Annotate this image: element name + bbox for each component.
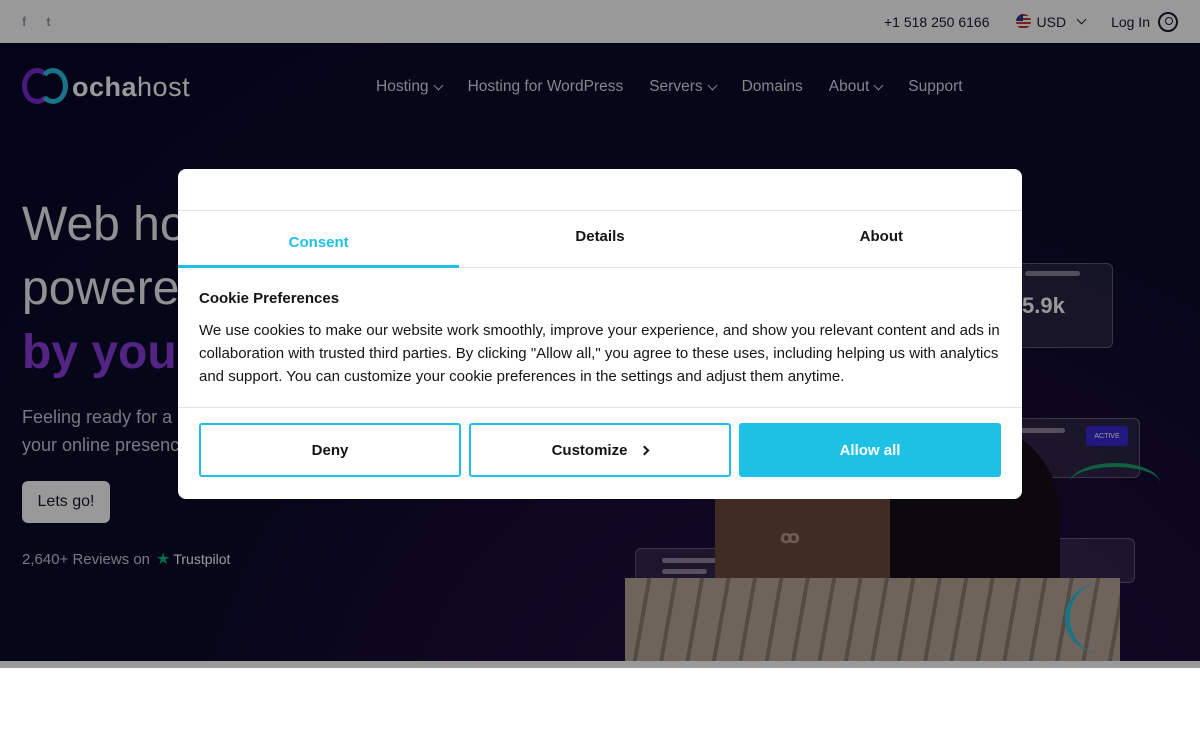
customize-button[interactable]: Customize bbox=[469, 423, 731, 477]
dialog-header bbox=[178, 169, 1022, 211]
deny-button[interactable]: Deny bbox=[199, 423, 461, 477]
tab-consent[interactable]: Consent bbox=[178, 211, 460, 268]
dialog-title: Cookie Preferences bbox=[199, 290, 340, 307]
chevron-right-icon bbox=[639, 445, 650, 455]
dialog-body: Cookie Preferences We use cookies to mak… bbox=[178, 268, 1022, 408]
page-content-strip bbox=[0, 661, 1200, 750]
deny-label: Deny bbox=[311, 441, 349, 459]
tab-details[interactable]: Details bbox=[459, 211, 740, 267]
allow-all-button[interactable]: Allow all bbox=[739, 423, 1001, 477]
tab-about[interactable]: About bbox=[741, 211, 1022, 267]
customize-label: Customize bbox=[551, 441, 628, 459]
dialog-text: We use cookies to make our website work … bbox=[199, 322, 1000, 385]
dialog-buttons: Deny Customize Allow all bbox=[178, 408, 1022, 492]
cookie-tabs: Consent Details About bbox=[178, 211, 1022, 268]
cookie-consent-dialog: Consent Details About Cookie Preferences… bbox=[178, 169, 1022, 499]
allow-all-label: Allow all bbox=[839, 441, 901, 459]
